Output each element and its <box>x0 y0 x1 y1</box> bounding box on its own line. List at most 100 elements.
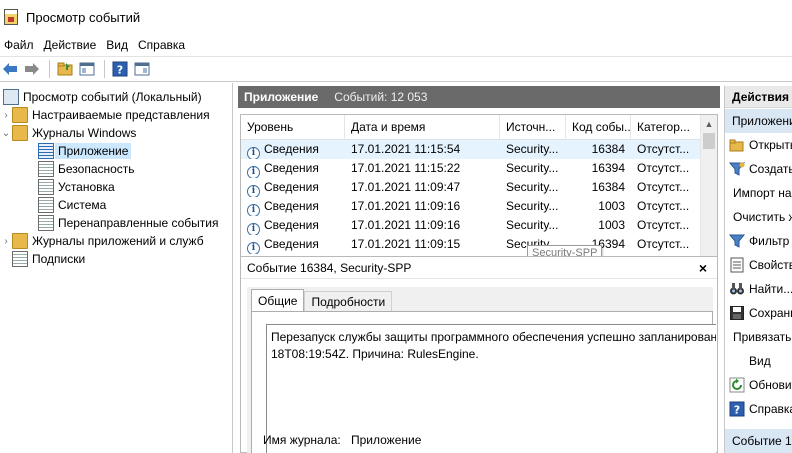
action-label: Создать настраиваемое представление... <box>749 162 792 176</box>
action-label: Импорт настраиваемого представления... <box>733 186 792 200</box>
tab-general[interactable]: Общие <box>251 289 305 311</box>
show-action-pane-icon[interactable] <box>132 59 152 79</box>
cell-category: Отсутст... <box>637 161 690 175</box>
tree-item-label: Приложение <box>55 143 132 159</box>
tree-item-windows-logs[interactable]: ⌄ Журналы Windows <box>0 124 232 142</box>
help-icon[interactable]: ? <box>110 59 130 79</box>
cell-datetime: 17.01.2021 11:09:16 <box>351 199 461 213</box>
tree-item-custom-views[interactable]: › Настраиваемые представления <box>0 106 232 124</box>
cell-level: Сведения <box>264 218 319 232</box>
menu-help[interactable]: Справка <box>133 34 190 56</box>
info-icon: i <box>247 204 260 216</box>
cell-category: Отсутст... <box>637 237 690 251</box>
cell-category: Отсутст... <box>637 218 690 232</box>
table-row[interactable]: i Сведения 17.01.2021 11:09:15 Security..… <box>241 235 717 254</box>
cell-event-id: 1003 <box>598 199 625 213</box>
tree-item-subscriptions[interactable]: Подписки <box>0 250 232 268</box>
tree-item-system[interactable]: Система <box>0 196 232 214</box>
tree-item-app-service-logs[interactable]: › Журналы приложений и служб <box>0 232 232 250</box>
open-folder-icon[interactable] <box>55 59 75 79</box>
cell-source: Security... <box>506 218 559 232</box>
event-detail-title: Событие 16384, Security-SPP <box>247 260 412 275</box>
forward-arrow-icon[interactable] <box>22 59 42 79</box>
tree-item-label: Просмотр событий (Локальный) <box>23 90 202 104</box>
folder-icon <box>12 233 28 249</box>
tab-content-general: Перезапуск службы защиты программного об… <box>251 311 716 453</box>
cell-level: Сведения <box>264 237 319 251</box>
menu-file[interactable]: Файл <box>0 34 39 56</box>
column-header-datetime[interactable]: Дата и время <box>345 115 500 140</box>
scroll-up-arrow-icon[interactable]: ▲ <box>701 115 717 132</box>
action-create-custom-view[interactable]: Создать настраиваемое представление... <box>725 157 792 181</box>
tree-item-security[interactable]: Безопасность <box>0 160 232 178</box>
action-clear-log[interactable]: Очистить журнал... <box>725 205 792 229</box>
table-row[interactable]: i Сведения 17.01.2021 11:09:16 Security..… <box>241 197 717 216</box>
action-find[interactable]: Найти... <box>725 277 792 301</box>
actions-section-application[interactable]: Приложение <box>725 109 792 133</box>
tree-item-setup[interactable]: Установка <box>0 178 232 196</box>
action-filter-current-log[interactable]: Фильтр текущего журнала... <box>725 229 792 253</box>
toolbar-separator <box>49 60 50 78</box>
menu-action[interactable]: Действие <box>39 34 102 56</box>
column-header-source[interactable]: Источн... <box>500 115 566 140</box>
chevron-right-icon[interactable]: › <box>0 236 12 247</box>
svg-text:?: ? <box>734 404 740 417</box>
open-folder-icon <box>729 137 745 153</box>
info-icon: i <box>247 185 260 197</box>
log-icon <box>38 179 54 195</box>
cell-source: Security... <box>506 142 559 156</box>
cell-event-id: 1003 <box>598 218 625 232</box>
cell-category: Отсутст... <box>637 199 690 213</box>
column-header-event-id[interactable]: Код собы... <box>566 115 631 140</box>
table-row[interactable]: i Сведения 17.01.2021 11:15:22 Security..… <box>241 159 717 178</box>
action-attach-task[interactable]: Привязать задачу к журналу... <box>725 325 792 349</box>
action-save-all-events[interactable]: Сохранить все события как... <box>725 301 792 325</box>
action-import-custom-view[interactable]: Импорт настраиваемого представления... <box>725 181 792 205</box>
log-icon <box>38 197 54 213</box>
description-line: Перезапуск службы защиты программного об… <box>271 330 716 344</box>
action-open-saved-log[interactable]: Открыть сохранённый журнал... <box>725 133 792 157</box>
table-row[interactable]: i Сведения 17.01.2021 11:09:16 Security..… <box>241 216 717 235</box>
tree-item-label: Журналы Windows <box>32 126 137 140</box>
filter-icon <box>728 161 746 177</box>
cell-level: Сведения <box>264 180 319 194</box>
action-label: Найти... <box>749 282 792 296</box>
tree-item-application[interactable]: Приложение <box>0 142 232 160</box>
table-row[interactable]: i Сведения 17.01.2021 11:09:47 Security..… <box>241 178 717 197</box>
table-row[interactable]: i Сведения 17.01.2021 11:15:54 Security..… <box>241 140 717 159</box>
info-icon: i <box>247 166 260 178</box>
action-view[interactable]: Вид <box>725 349 792 373</box>
close-icon[interactable]: × <box>699 260 707 276</box>
menu-view[interactable]: Вид <box>101 34 133 56</box>
actions-section-event[interactable]: Событие 16384, Security-SPP <box>725 429 792 453</box>
main-pane: Приложение Событий: 12 053 Уровень Дата … <box>238 86 720 453</box>
tree-item-label: Безопасность <box>58 162 135 176</box>
tree-item-label: Подписки <box>32 252 86 266</box>
chevron-right-icon[interactable]: › <box>0 110 12 121</box>
back-arrow-icon[interactable] <box>0 59 20 79</box>
action-properties[interactable]: Свойства <box>725 253 792 277</box>
info-icon: i <box>247 242 260 254</box>
cell-datetime: 17.01.2021 11:09:16 <box>351 218 461 232</box>
scroll-thumb[interactable] <box>703 133 715 149</box>
tree-item-forwarded-events[interactable]: Перенаправленные события <box>0 214 232 232</box>
tree-item-root[interactable]: Просмотр событий (Локальный) <box>0 88 232 106</box>
save-icon <box>729 305 745 321</box>
action-label: Привязать задачу к журналу... <box>733 330 792 344</box>
vertical-scrollbar[interactable]: ▲ ▼ <box>700 115 717 277</box>
cell-source: Security... <box>506 161 559 175</box>
computer-log-icon <box>3 89 19 105</box>
chevron-down-icon[interactable]: ⌄ <box>0 128 12 139</box>
tab-details[interactable]: Подробности <box>304 291 393 311</box>
log-header: Приложение Событий: 12 053 <box>238 86 720 108</box>
cell-category: Отсутст... <box>637 180 690 194</box>
properties-icon <box>729 257 745 273</box>
log-icon <box>38 215 54 231</box>
column-header-level[interactable]: Уровень <box>241 115 345 140</box>
show-hide-tree-icon[interactable] <box>77 59 97 79</box>
action-refresh[interactable]: Обновить <box>725 373 792 397</box>
column-header-category[interactable]: Категор... <box>631 115 701 140</box>
cell-datetime: 17.01.2021 11:15:54 <box>351 142 461 156</box>
log-icon <box>38 161 54 177</box>
action-help[interactable]: ? Справка <box>725 397 792 421</box>
